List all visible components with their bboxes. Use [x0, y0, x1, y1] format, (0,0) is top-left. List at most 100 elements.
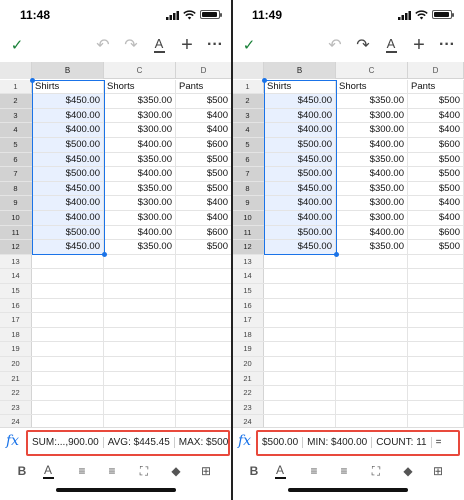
cell-c[interactable]: $300.00 — [336, 123, 408, 137]
cell-c[interactable]: $400.00 — [336, 167, 408, 181]
cell-b[interactable] — [32, 357, 104, 371]
select-all-corner[interactable] — [232, 62, 264, 79]
cell-d[interactable]: $600 — [176, 138, 232, 152]
row-number[interactable]: 9 — [0, 196, 32, 210]
cell-c[interactable] — [336, 400, 408, 415]
row-number[interactable]: 20 — [232, 357, 264, 371]
cell-b[interactable] — [264, 342, 336, 356]
cell-c[interactable]: $400.00 — [104, 225, 176, 240]
cell-c[interactable]: $300.00 — [104, 211, 176, 225]
cell-c[interactable]: $400.00 — [104, 167, 176, 181]
cell-c[interactable] — [336, 269, 408, 283]
cell-b[interactable]: $450.00 — [264, 240, 336, 254]
cell-c[interactable] — [336, 327, 408, 342]
cell-d[interactable]: $400 — [176, 123, 232, 137]
cell-d[interactable] — [176, 371, 232, 386]
cell-b[interactable] — [32, 298, 104, 313]
summary-item[interactable]: = — [430, 437, 446, 448]
cell-d[interactable]: $600 — [408, 225, 464, 240]
cell-c[interactable] — [104, 254, 176, 269]
cell-d[interactable] — [176, 254, 232, 269]
cell-b[interactable]: $450.00 — [32, 94, 104, 108]
cell-d[interactable] — [176, 357, 232, 371]
cell-d[interactable]: $400 — [408, 196, 464, 210]
column-header-b[interactable]: B — [32, 62, 104, 79]
cell-b[interactable]: $500.00 — [32, 138, 104, 152]
cell-b[interactable]: $400.00 — [32, 108, 104, 123]
row-number[interactable]: 5 — [0, 138, 32, 152]
summary-item[interactable]: COUNT: 11 — [371, 437, 431, 448]
row-number[interactable]: 17 — [0, 313, 32, 327]
row-number[interactable]: 12 — [0, 240, 32, 254]
align-left-button[interactable]: ≡ — [304, 461, 324, 481]
row-number[interactable]: 14 — [0, 269, 32, 283]
row-number[interactable]: 21 — [0, 371, 32, 386]
row-number[interactable]: 22 — [0, 386, 32, 400]
cell-c[interactable]: $300.00 — [104, 123, 176, 137]
add-icon[interactable]: + — [176, 34, 198, 56]
align-center-button[interactable]: ≡ — [334, 461, 354, 481]
cell-d[interactable] — [408, 254, 464, 269]
cell-c[interactable] — [336, 298, 408, 313]
cell-d[interactable]: $500 — [176, 181, 232, 196]
undo-icon[interactable]: ↶ — [92, 34, 114, 56]
cell-b[interactable]: $500.00 — [264, 167, 336, 181]
done-check-icon[interactable]: ✓ — [6, 34, 28, 56]
cell-b[interactable]: $450.00 — [264, 181, 336, 196]
cell-b[interactable] — [264, 254, 336, 269]
quick-sum-bar[interactable]: $500.00 MIN: $400.00 COUNT: 11 = — [256, 430, 460, 456]
row-number[interactable]: 13 — [0, 254, 32, 269]
row-number[interactable]: 13 — [232, 254, 264, 269]
cell-c[interactable]: $350.00 — [104, 94, 176, 108]
text-format-icon[interactable]: A — [148, 34, 170, 56]
summary-item[interactable]: $500.00 — [258, 437, 302, 448]
cell-d[interactable] — [176, 313, 232, 327]
row-number[interactable]: 20 — [0, 357, 32, 371]
cell-b[interactable]: Shirts — [32, 79, 104, 94]
cell-b[interactable] — [264, 327, 336, 342]
function-icon[interactable]: fx — [238, 433, 251, 449]
cell-d[interactable] — [408, 284, 464, 298]
cell-b[interactable] — [32, 327, 104, 342]
row-number[interactable]: 11 — [0, 225, 32, 240]
cell-d[interactable]: $500 — [408, 240, 464, 254]
cell-c[interactable] — [104, 269, 176, 283]
row-number[interactable]: 6 — [0, 152, 32, 167]
row-number[interactable]: 12 — [232, 240, 264, 254]
cell-c[interactable] — [104, 357, 176, 371]
cell-d[interactable] — [176, 400, 232, 415]
cell-b[interactable] — [264, 269, 336, 283]
cell-c[interactable] — [336, 386, 408, 400]
cell-c[interactable] — [104, 313, 176, 327]
cell-c[interactable] — [336, 357, 408, 371]
bold-button[interactable]: B — [244, 461, 264, 481]
cell-d[interactable]: $500 — [176, 152, 232, 167]
cell-c[interactable] — [104, 386, 176, 400]
cell-d[interactable]: $400 — [408, 123, 464, 137]
cell-d[interactable]: $400 — [408, 211, 464, 225]
row-number[interactable]: 14 — [232, 269, 264, 283]
row-number[interactable]: 15 — [232, 284, 264, 298]
function-icon[interactable]: fx — [6, 433, 19, 449]
cell-b[interactable] — [32, 284, 104, 298]
cell-c[interactable]: $300.00 — [104, 108, 176, 123]
cell-b[interactable]: $450.00 — [32, 181, 104, 196]
row-number[interactable]: 4 — [232, 123, 264, 137]
cell-c[interactable]: $350.00 — [104, 152, 176, 167]
cell-c[interactable] — [104, 371, 176, 386]
cell-d[interactable] — [408, 371, 464, 386]
cell-d[interactable] — [408, 357, 464, 371]
cell-b[interactable]: $400.00 — [32, 196, 104, 210]
redo-icon[interactable]: ↷ — [120, 34, 142, 56]
cell-c[interactable]: $350.00 — [336, 240, 408, 254]
row-number[interactable]: 15 — [0, 284, 32, 298]
cell-c[interactable]: $350.00 — [104, 240, 176, 254]
row-number[interactable]: 16 — [232, 298, 264, 313]
row-number[interactable]: 2 — [232, 94, 264, 108]
cell-d[interactable]: $500 — [408, 181, 464, 196]
row-number[interactable]: 8 — [0, 181, 32, 196]
row-number[interactable]: 1 — [232, 79, 264, 94]
cell-c[interactable] — [104, 342, 176, 356]
column-header-d[interactable]: D — [176, 62, 232, 79]
cell-d[interactable]: $500 — [408, 152, 464, 167]
